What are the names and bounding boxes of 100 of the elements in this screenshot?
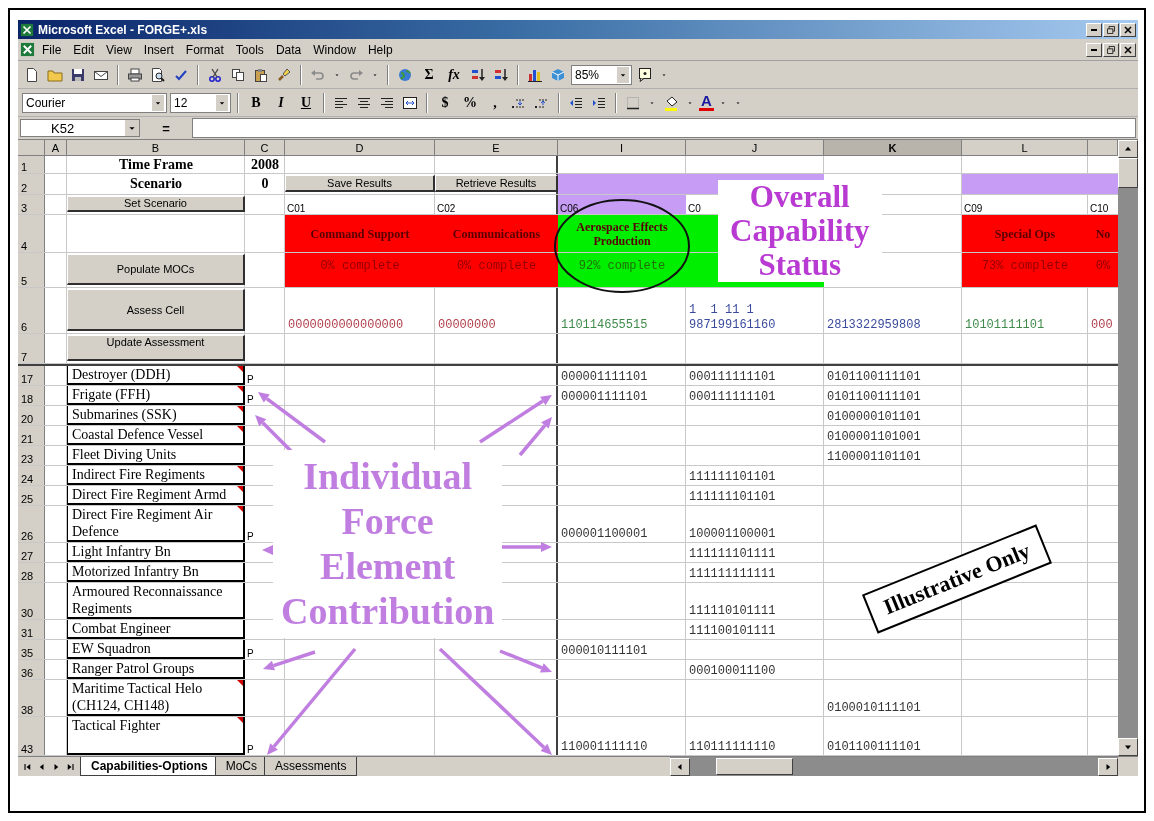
name-box[interactable]: K52 <box>20 119 140 137</box>
dropdown-field[interactable]: 12 <box>170 92 231 113</box>
row-header[interactable]: 1 <box>18 156 45 173</box>
column-header[interactable]: E <box>435 140 558 156</box>
row-header[interactable]: 23 <box>18 446 45 465</box>
underline-button[interactable]: U <box>295 92 317 113</box>
row-header[interactable]: 28 <box>18 563 45 582</box>
scroll-left-button[interactable] <box>670 757 690 776</box>
column-header[interactable]: I <box>558 140 686 156</box>
row-header[interactable]: 2 <box>18 174 45 194</box>
column-header[interactable]: J <box>686 140 824 156</box>
row-header[interactable]: 30 <box>18 583 45 619</box>
column-header[interactable]: K <box>824 140 962 156</box>
row-header[interactable]: 25 <box>18 486 45 505</box>
borders-icon[interactable] <box>625 94 641 111</box>
row-header[interactable]: 36 <box>18 660 45 679</box>
menu-item[interactable]: Window <box>308 41 361 58</box>
fill-bucket-icon[interactable] <box>663 94 679 111</box>
toolbar-button[interactable]: , <box>484 92 506 113</box>
toolbar-button[interactable]: $ <box>434 92 456 113</box>
minimize-button[interactable] <box>1086 22 1102 37</box>
row-header[interactable]: 35 <box>18 640 45 659</box>
horizontal-scrollbar[interactable] <box>670 757 1118 776</box>
select-all-button[interactable] <box>18 140 45 156</box>
column-header[interactable]: B <box>67 140 245 156</box>
paintbrush-icon[interactable] <box>276 66 292 83</box>
column-header[interactable]: L <box>962 140 1088 156</box>
equals-button[interactable]: = <box>146 120 186 136</box>
column-header[interactable]: A <box>45 140 67 156</box>
row-header[interactable]: 31 <box>18 620 45 639</box>
font-color-button[interactable]: A <box>699 94 714 111</box>
menu-item[interactable]: File <box>37 41 67 58</box>
scissors-icon[interactable] <box>207 66 223 83</box>
row-header[interactable]: 7 <box>18 334 45 363</box>
menu-item[interactable]: Help <box>362 41 398 58</box>
toolbar-button[interactable]: % <box>459 92 481 113</box>
toolbar-button[interactable]: Σ <box>418 64 440 85</box>
caret-icon[interactable] <box>152 94 164 111</box>
menu-item[interactable]: Format <box>180 41 229 58</box>
sheet-button[interactable]: Update Assessment <box>67 335 245 361</box>
close-button[interactable] <box>1120 22 1136 37</box>
row-header[interactable]: 18 <box>18 386 45 405</box>
cube-icon[interactable] <box>550 66 566 83</box>
restore-button[interactable] <box>1103 42 1119 57</box>
help-icon[interactable] <box>637 66 653 83</box>
scroll-up-button[interactable] <box>1118 140 1138 158</box>
menu-item[interactable]: Insert <box>138 41 179 58</box>
paste-icon[interactable] <box>253 66 269 83</box>
bold-button[interactable]: B <box>245 92 267 113</box>
printer-icon[interactable] <box>127 66 143 83</box>
sheet-button[interactable]: Retrieve Results <box>435 175 558 192</box>
sort-descending-icon[interactable] <box>493 66 509 83</box>
workbook-icon[interactable] <box>20 42 35 57</box>
globe-icon[interactable] <box>397 66 413 83</box>
save-icon[interactable] <box>70 66 86 83</box>
scroll-down-button[interactable] <box>1118 738 1138 756</box>
row-header[interactable]: 20 <box>18 406 45 425</box>
vertical-scrollbar[interactable] <box>1118 140 1138 756</box>
row-header[interactable]: 43 <box>18 717 45 755</box>
menu-item[interactable]: Edit <box>68 41 100 58</box>
row-header[interactable]: 5 <box>18 253 45 287</box>
row-header[interactable]: 24 <box>18 466 45 485</box>
sort-ascending-icon[interactable] <box>470 66 486 83</box>
formula-field[interactable] <box>192 118 1136 138</box>
scroll-thumb[interactable] <box>716 758 793 775</box>
merge-cells-icon[interactable] <box>402 94 418 111</box>
italic-button[interactable]: I <box>270 92 292 113</box>
new-document-icon[interactable] <box>24 66 40 83</box>
row-header[interactable]: 38 <box>18 680 45 716</box>
menu-item[interactable]: Data <box>270 41 307 58</box>
restore-button[interactable] <box>1103 22 1119 37</box>
print-preview-icon[interactable] <box>150 66 166 83</box>
scroll-right-button[interactable] <box>1098 757 1118 776</box>
close-button[interactable] <box>1120 42 1136 57</box>
row-header[interactable]: 6 <box>18 288 45 333</box>
sheet-tab[interactable]: Assessments <box>264 757 358 776</box>
sheet-button[interactable]: Populate MOCs <box>67 254 245 285</box>
row-header[interactable]: 4 <box>18 215 45 252</box>
sheet-button[interactable]: Save Results <box>285 175 435 192</box>
minimize-button[interactable] <box>1086 42 1102 57</box>
row-header[interactable]: 17 <box>18 366 45 385</box>
row-header[interactable]: 26 <box>18 506 45 542</box>
dropdown-field[interactable]: Courier <box>22 92 167 113</box>
item-label: Direct Fire Regiment Armd <box>72 486 227 503</box>
row-header[interactable]: 21 <box>18 426 45 445</box>
caret-icon[interactable] <box>216 94 228 111</box>
menu-item[interactable]: View <box>101 41 137 58</box>
sheet-button[interactable]: Set Scenario <box>67 196 245 212</box>
scroll-thumb[interactable] <box>1118 158 1138 188</box>
caret-icon[interactable] <box>125 120 139 136</box>
row-header[interactable]: 27 <box>18 543 45 562</box>
copy-icon[interactable] <box>230 66 246 83</box>
row-header[interactable]: 3 <box>18 195 45 214</box>
function-button[interactable]: fx <box>443 64 465 85</box>
menu-item[interactable]: Tools <box>230 41 269 58</box>
column-header[interactable]: D <box>285 140 435 156</box>
caret-icon[interactable] <box>617 66 629 83</box>
dropdown-field[interactable]: 85% <box>571 64 632 85</box>
column-header[interactable]: C <box>245 140 285 156</box>
sheet-button[interactable]: Assess Cell <box>67 289 245 331</box>
